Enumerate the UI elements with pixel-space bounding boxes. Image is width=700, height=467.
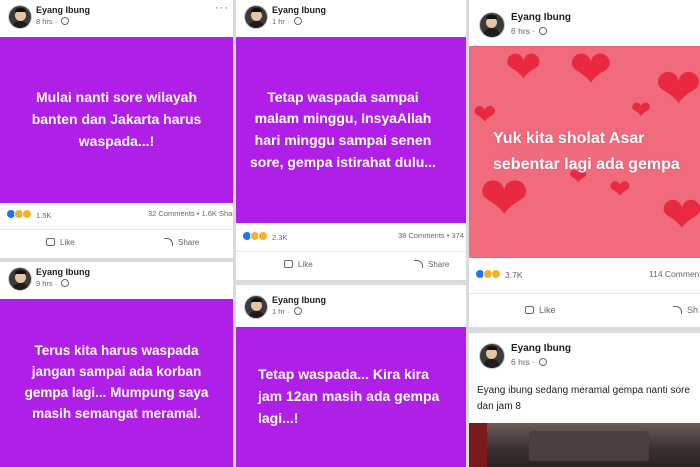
share-button[interactable]: Share: [414, 260, 449, 269]
comments-shares-count[interactable]: 114 Comments: [649, 269, 700, 279]
comments-shares-count[interactable]: 32 Comments • 1.6K Shares: [148, 209, 233, 218]
heart-icon: ❤: [505, 46, 542, 92]
post-stats: 3.7K 114 Comments: [469, 265, 700, 285]
reaction-summary[interactable]: 3.7K: [475, 269, 523, 280]
post-time[interactable]: 1 hr ·: [272, 17, 302, 26]
post-text: Tetap waspada sampai malam minggu, Insya…: [250, 88, 436, 170]
heart-icon: ❤: [655, 57, 700, 120]
avatar[interactable]: [244, 5, 268, 29]
post-card-6: Eyang Ibung 6 hrs · Eyang ibung sedang m…: [469, 333, 700, 467]
comments-shares-count[interactable]: 38 Comments • 374: [398, 231, 464, 240]
sad-reaction-icon: [22, 209, 32, 219]
share-button[interactable]: Sh: [673, 305, 698, 315]
author-name[interactable]: Eyang Ibung: [511, 12, 571, 23]
post-text-background: Terus kita harus waspada jangan sampai a…: [0, 299, 233, 467]
globe-icon: [539, 27, 548, 35]
post-header: Eyang Ibung 1 hr ·: [236, 285, 466, 325]
reaction-summary[interactable]: 2.3K: [242, 231, 287, 242]
post-text: Terus kita harus waspada jangan sampai a…: [24, 343, 209, 421]
post-card-5: Eyang Ibung 6 hrs · ❤ ❤ ❤ ❤ ❤ ❤ ❤ ❤ ❤ Yu…: [469, 0, 700, 327]
post-card-3: Eyang Ibung 1 hr · Tetap waspada sampai …: [236, 0, 466, 280]
globe-icon: [61, 279, 70, 287]
author-name[interactable]: Eyang Ibung: [36, 267, 90, 277]
like-button[interactable]: Like: [525, 305, 556, 315]
more-icon[interactable]: ···: [215, 2, 229, 14]
author-name[interactable]: Eyang Ibung: [511, 343, 571, 354]
share-arrow-icon: [414, 260, 423, 268]
author-name[interactable]: Eyang Ibung: [272, 295, 326, 305]
post-stats: 1.5K 32 Comments • 1.6K Shares: [0, 205, 233, 223]
heart-icon: ❤: [661, 187, 700, 243]
post-time[interactable]: 9 hrs ·: [36, 279, 70, 288]
post-text-background: Tetap waspada... Kira kira jam 12an masi…: [236, 327, 466, 467]
post-card-1: Eyang Ibung 8 hrs · ··· Mulai nanti sore…: [0, 0, 233, 258]
thumbs-up-icon: [284, 260, 293, 268]
post-actions: Like Share: [236, 251, 466, 278]
like-button[interactable]: Like: [284, 260, 313, 269]
thumbs-up-icon: [525, 306, 534, 314]
globe-icon: [293, 307, 302, 315]
post-actions: Like Share: [0, 229, 233, 256]
post-image-hearts: ❤ ❤ ❤ ❤ ❤ ❤ ❤ ❤ ❤ Yuk kita sholat Asar s…: [469, 46, 700, 258]
post-header: Eyang Ibung 8 hrs · ···: [0, 0, 233, 37]
post-card-4: Eyang Ibung 1 hr · Tetap waspada... Kira…: [236, 285, 466, 467]
post-text-background: Mulai nanti sore wilayah banten dan Jaka…: [0, 37, 233, 203]
post-text: Eyang ibung sedang meramal gempa nanti s…: [477, 385, 690, 412]
post-header: Eyang Ibung 9 hrs ·: [0, 262, 233, 299]
post-text: Tetap waspada... Kira kira jam 12an masi…: [258, 366, 440, 426]
heart-icon: ❤: [631, 97, 652, 124]
post-card-2: Eyang Ibung 9 hrs · Terus kita harus was…: [0, 262, 233, 467]
like-button[interactable]: Like: [46, 238, 75, 247]
post-text-background: Tetap waspada sampai malam minggu, Insya…: [236, 37, 466, 223]
post-photo[interactable]: [469, 423, 700, 467]
sad-reaction-icon: [491, 269, 501, 279]
post-time[interactable]: 1 hr ·: [272, 307, 302, 316]
post-header: Eyang Ibung 6 hrs ·: [469, 0, 700, 46]
avatar[interactable]: [8, 267, 32, 291]
avatar[interactable]: [479, 343, 505, 369]
share-arrow-icon: [164, 238, 173, 246]
author-name[interactable]: Eyang Ibung: [36, 5, 90, 15]
post-text: Mulai nanti sore wilayah banten dan Jaka…: [31, 89, 202, 149]
post-text: Yuk kita sholat Asar sebentar lagi ada g…: [493, 130, 680, 173]
author-name[interactable]: Eyang Ibung: [272, 5, 326, 15]
sad-reaction-icon: [258, 231, 268, 241]
post-header: Eyang Ibung 1 hr ·: [236, 0, 466, 37]
post-time[interactable]: 6 hrs ·: [511, 26, 548, 36]
post-stats: 2.3K 38 Comments • 374: [236, 227, 466, 245]
share-button[interactable]: Share: [164, 238, 199, 247]
globe-icon: [61, 17, 70, 25]
heart-icon: ❤: [609, 174, 631, 204]
thumbs-up-icon: [46, 238, 55, 246]
avatar[interactable]: [479, 12, 505, 38]
share-arrow-icon: [673, 306, 682, 314]
reaction-summary[interactable]: 1.5K: [6, 209, 51, 220]
avatar[interactable]: [244, 295, 268, 319]
post-header: Eyang Ibung 6 hrs ·: [469, 333, 700, 377]
globe-icon: [539, 358, 548, 366]
post-time[interactable]: 6 hrs ·: [511, 357, 548, 367]
globe-icon: [293, 17, 302, 25]
avatar[interactable]: [8, 5, 32, 29]
post-time[interactable]: 8 hrs ·: [36, 17, 70, 26]
post-actions: Like Sh: [469, 293, 700, 326]
heart-icon: ❤: [569, 46, 613, 99]
